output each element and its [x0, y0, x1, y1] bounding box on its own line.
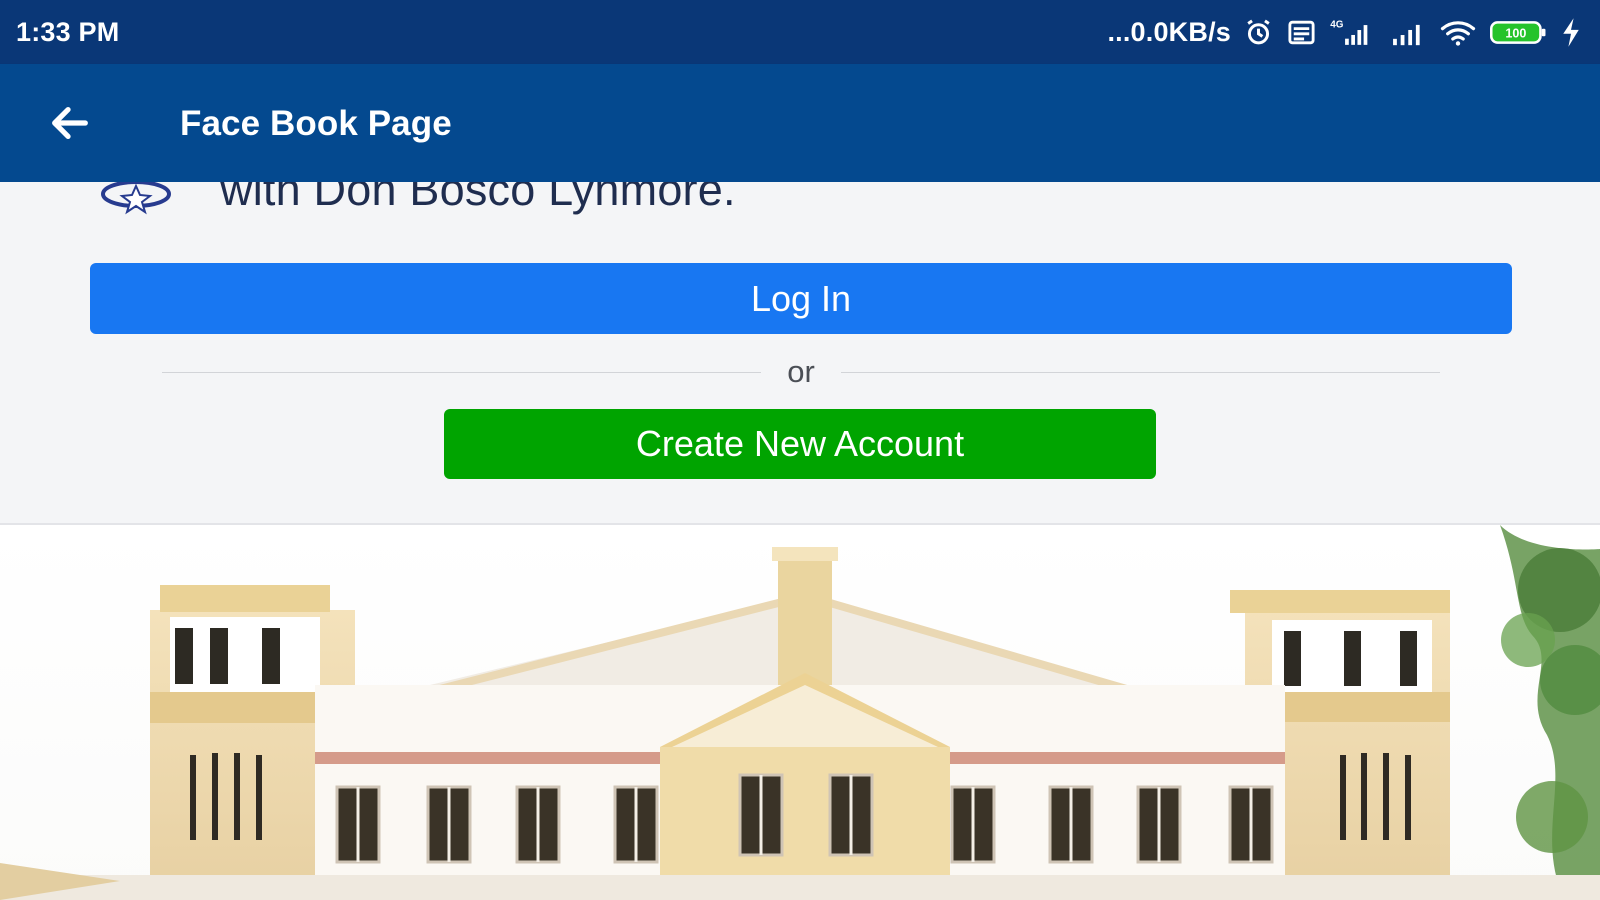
status-time: 1:33 PM — [16, 16, 120, 47]
cover-photo — [0, 525, 1600, 900]
app-bar: Face Book Page — [0, 64, 1600, 182]
school-logo-icon — [96, 182, 176, 224]
create-new-account-button[interactable]: Create New Account — [444, 409, 1156, 479]
status-icons: ...0.0KB/s 4G 100 — [1107, 17, 1582, 48]
login-button[interactable]: Log In — [90, 263, 1512, 334]
status-bar: 1:33 PM ...0.0KB/s 4G 100 — [0, 0, 1600, 64]
divider-line-left — [162, 371, 762, 373]
battery-icon: 100 — [1490, 17, 1548, 48]
page-title: Face Book Page — [180, 104, 452, 143]
or-divider: or — [162, 354, 1441, 390]
back-button[interactable] — [38, 91, 102, 155]
battery-level: 100 — [1505, 26, 1526, 40]
network-speed: ...0.0KB/s — [1107, 16, 1231, 47]
login-panel: with Don Bosco Lynmore. Log In or Create… — [0, 182, 1600, 525]
or-text: or — [787, 354, 815, 389]
partial-header-text: with Don Bosco Lynmore. — [220, 182, 736, 215]
divider-line-right — [840, 371, 1441, 373]
arrow-left-icon — [52, 106, 88, 140]
partial-header: with Don Bosco Lynmore. — [96, 182, 736, 224]
wifi-icon — [1438, 17, 1478, 48]
building-image — [0, 525, 1600, 900]
signal-4g-icon: 4G — [1329, 17, 1376, 48]
charging-bolt-icon — [1560, 17, 1582, 48]
signal-icon — [1388, 17, 1426, 48]
alarm-clock-icon — [1243, 17, 1274, 48]
svg-text:4G: 4G — [1330, 19, 1343, 30]
message-icon — [1286, 17, 1317, 48]
